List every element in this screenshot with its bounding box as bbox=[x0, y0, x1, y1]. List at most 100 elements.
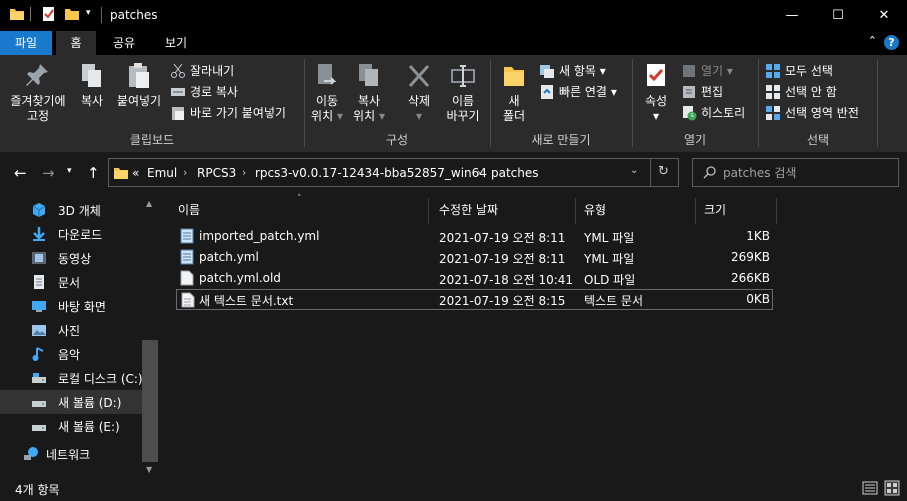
select-none-button[interactable]: 선택 안 함 bbox=[765, 82, 837, 102]
column-header-date[interactable]: 수정한 날짜 bbox=[433, 198, 573, 222]
new-folder-label-1: 새 bbox=[508, 94, 520, 108]
sidebar-item-desktop[interactable]: 바탕 화면 bbox=[0, 294, 142, 318]
address-bar[interactable]: « Emul › RPCS3 › rpcs3-v0.0.17-12434-bba… bbox=[108, 158, 679, 187]
tab-share[interactable]: 공유 bbox=[100, 31, 148, 55]
column-divider[interactable] bbox=[428, 198, 429, 224]
rename-button[interactable]: 이름 바꾸기 bbox=[443, 61, 483, 124]
copy-path-button[interactable]: 경로 복사 bbox=[170, 82, 238, 102]
group-title-new: 새로 만들기 bbox=[531, 133, 591, 147]
properties-button[interactable]: 속성 ▾ bbox=[639, 61, 673, 124]
file-name: patch.yml bbox=[199, 250, 259, 264]
column-divider[interactable] bbox=[575, 198, 576, 224]
column-header-size[interactable]: 크기 bbox=[698, 198, 774, 222]
delete-button[interactable]: 삭제 ▾ bbox=[401, 61, 437, 124]
sidebar-item-volume-e[interactable]: 새 볼륨 (E:) bbox=[0, 414, 142, 438]
sidebar-item-pictures[interactable]: 사진 bbox=[0, 318, 142, 342]
title-bar: ▾ patches — ☐ ✕ bbox=[0, 0, 907, 31]
history-button[interactable]: 히스토리 bbox=[681, 103, 745, 123]
sidebar-item-volume-d[interactable]: 새 볼륨 (D:) bbox=[0, 390, 142, 414]
column-divider[interactable] bbox=[776, 198, 777, 224]
select-all-button[interactable]: 모두 선택 bbox=[765, 61, 833, 81]
column-header-name[interactable]: 이름 bbox=[172, 198, 425, 222]
breadcrumb-overflow[interactable]: « bbox=[132, 166, 139, 180]
new-folder-icon[interactable] bbox=[64, 6, 80, 25]
search-box[interactable] bbox=[692, 158, 899, 187]
paste-button[interactable]: 붙여넣기 bbox=[114, 61, 164, 109]
pin-to-quick-access-button[interactable]: 즐겨찾기에 고정 bbox=[6, 61, 70, 124]
chevron-right-icon[interactable]: › bbox=[183, 166, 187, 179]
tab-file[interactable]: 파일 bbox=[0, 31, 52, 55]
copy-label: 복사 bbox=[80, 94, 104, 108]
new-item-button[interactable]: 새 항목 ▾ bbox=[539, 61, 606, 81]
sidebar-scrollbar-thumb[interactable] bbox=[142, 340, 158, 462]
sidebar-item-label: 다운로드 bbox=[58, 227, 103, 242]
tab-home[interactable]: 홈 bbox=[56, 31, 96, 55]
properties-icon[interactable] bbox=[41, 6, 57, 25]
chevron-down-icon: ▾ bbox=[415, 109, 423, 123]
sidebar-item-downloads[interactable]: 다운로드 bbox=[0, 222, 142, 246]
new-folder-button[interactable]: 새 폴더 bbox=[499, 61, 529, 124]
cut-button[interactable]: 잘라내기 bbox=[170, 61, 234, 81]
chevron-right-icon[interactable]: › bbox=[242, 166, 246, 179]
chevron-up-icon[interactable]: ⌃ bbox=[868, 34, 877, 47]
copy-button[interactable]: 복사 bbox=[74, 61, 110, 109]
scroll-up-arrow-icon[interactable]: ▲ bbox=[146, 199, 152, 208]
ribbon: 즐겨찾기에 고정 복사 붙여넣기 잘라내기 경로 복사 바로 가기 붙여넣기 클… bbox=[0, 55, 907, 152]
maximize-button[interactable]: ☐ bbox=[815, 0, 861, 31]
back-arrow-icon[interactable]: ← bbox=[14, 164, 27, 182]
file-type: 텍스트 문서 bbox=[584, 294, 644, 308]
breadcrumb-item[interactable]: RPCS3 bbox=[197, 166, 236, 180]
help-icon[interactable]: ? bbox=[884, 35, 899, 50]
scroll-down-arrow-icon[interactable]: ▼ bbox=[146, 465, 152, 474]
group-title-clipboard: 클립보드 bbox=[129, 133, 175, 147]
breadcrumb-item[interactable]: Emul bbox=[147, 166, 177, 180]
recent-locations-chevron-icon[interactable]: ▾ bbox=[67, 166, 72, 176]
sidebar-item-videos[interactable]: 동영상 bbox=[0, 246, 142, 270]
refresh-icon[interactable]: ↻ bbox=[658, 164, 669, 179]
search-input[interactable] bbox=[723, 159, 893, 186]
close-button[interactable]: ✕ bbox=[861, 0, 907, 31]
invert-selection-label: 선택 영역 반전 bbox=[785, 106, 859, 120]
open-button[interactable]: 열기 ▾ bbox=[681, 61, 733, 81]
sidebar-item-documents[interactable]: 문서 bbox=[0, 270, 142, 294]
invert-selection-button[interactable]: 선택 영역 반전 bbox=[765, 103, 859, 123]
details-view-icon[interactable] bbox=[862, 480, 878, 496]
table-row[interactable]: 새 텍스트 문서.txt 2021-07-19 오전 8:15 텍스트 문서 0… bbox=[176, 289, 773, 310]
local-disk-icon bbox=[31, 370, 47, 389]
column-divider[interactable] bbox=[695, 198, 696, 224]
move-to-button[interactable]: 이동 위치 ▾ bbox=[309, 61, 345, 124]
large-icons-view-icon[interactable] bbox=[884, 480, 900, 496]
edit-button[interactable]: 편집 bbox=[681, 82, 723, 102]
paste-shortcut-button[interactable]: 바로 가기 붙여넣기 bbox=[170, 103, 286, 123]
table-row[interactable]: patch.yml 2021-07-19 오전 8:11 YML 파일 269K… bbox=[176, 247, 773, 268]
group-clipboard: 즐겨찾기에 고정 복사 붙여넣기 잘라내기 경로 복사 바로 가기 붙여넣기 클… bbox=[0, 55, 304, 152]
minimize-button[interactable]: — bbox=[769, 0, 815, 31]
paste-label: 붙여넣기 bbox=[116, 94, 162, 108]
sidebar-item-network[interactable]: 네트워크 bbox=[0, 442, 142, 466]
sidebar-item-3d-objects[interactable]: 3D 개체 bbox=[0, 198, 142, 222]
tab-view[interactable]: 보기 bbox=[152, 31, 200, 55]
breadcrumb-item[interactable]: rpcs3-v0.0.17-12434-bba52857_win64 bbox=[255, 166, 487, 180]
videos-icon bbox=[31, 250, 47, 269]
sidebar-item-music[interactable]: 음악 bbox=[0, 342, 142, 366]
table-row[interactable]: imported_patch.yml 2021-07-19 오전 8:11 YM… bbox=[176, 226, 773, 247]
table-row[interactable]: patch.yml.old 2021-07-18 오전 10:41 OLD 파일… bbox=[176, 268, 773, 289]
forward-arrow-icon[interactable]: → bbox=[42, 164, 55, 182]
column-header-type[interactable]: 유형 bbox=[578, 198, 693, 222]
copy-to-label-2: 위치 bbox=[353, 109, 376, 123]
breadcrumb-item[interactable]: patches bbox=[491, 166, 539, 180]
up-arrow-icon[interactable]: ↑ bbox=[87, 164, 100, 182]
group-select: 모두 선택 선택 안 함 선택 영역 반전 선택 bbox=[759, 55, 877, 152]
customize-quick-access-icon[interactable]: ▾ bbox=[86, 8, 91, 18]
move-to-label-1: 이동 bbox=[315, 94, 339, 108]
group-open: 속성 ▾ 열기 ▾ 편집 히스토리 열기 bbox=[633, 55, 757, 152]
address-dropdown-chevron-icon[interactable]: ⌄ bbox=[630, 165, 638, 176]
sidebar-item-local-disk-c[interactable]: 로컬 디스크 (C:) bbox=[0, 366, 143, 390]
copy-path-label: 경로 복사 bbox=[190, 85, 238, 99]
easy-access-button[interactable]: 빠른 연결 ▾ bbox=[539, 82, 617, 102]
chevron-right-icon[interactable]: › bbox=[477, 166, 481, 179]
sidebar-item-label: 동영상 bbox=[58, 251, 92, 266]
copy-icon bbox=[82, 64, 101, 87]
copy-to-button[interactable]: 복사 위치 ▾ bbox=[351, 61, 387, 124]
yml-file-icon bbox=[180, 249, 194, 268]
